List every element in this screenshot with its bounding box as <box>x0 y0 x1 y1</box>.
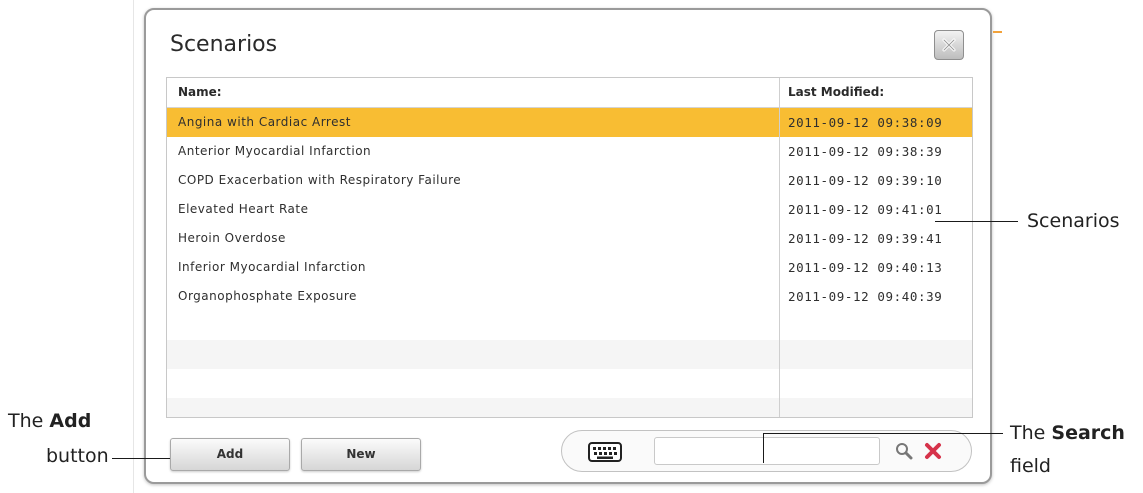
column-header-name[interactable]: Name: <box>178 78 222 107</box>
search-annotation-suffix: field <box>1010 455 1051 477</box>
scenarios-annotation: Scenarios <box>1027 210 1120 232</box>
scenario-modified: 2011-09-12 09:40:39 <box>788 289 943 304</box>
table-row[interactable]: Organophosphate Exposure 2011-09-12 09:4… <box>167 282 972 311</box>
scenario-name: Heroin Overdose <box>178 231 286 245</box>
magnifier-icon[interactable] <box>895 442 913 460</box>
scenario-name: Anterior Myocardial Infarction <box>178 144 372 158</box>
add-annotation: The Add <box>8 410 91 432</box>
table-row[interactable]: Inferior Myocardial Infarction 2011-09-1… <box>167 253 972 282</box>
dialog-title: Scenarios <box>170 32 278 57</box>
search-annotation: The Search <box>1010 422 1125 444</box>
search-input[interactable] <box>654 437 880 465</box>
add-annotation-prefix: The <box>8 410 50 432</box>
empty-row <box>167 398 972 417</box>
add-callout-line <box>112 458 170 459</box>
search-annotation-bold: Search <box>1051 422 1125 444</box>
search-callout-line-vertical <box>763 433 764 463</box>
keyboard-icon[interactable] <box>588 442 622 462</box>
page-divider <box>133 0 134 493</box>
scenario-name: Inferior Myocardial Infarction <box>178 260 367 274</box>
close-button[interactable] <box>934 30 964 60</box>
scenarios-callout-line <box>935 221 1018 222</box>
scenario-modified: 2011-09-12 09:39:41 <box>788 231 943 246</box>
scenarios-table: Name: Last Modified: Angina with Cardiac… <box>166 77 973 418</box>
scenario-modified: 2011-09-12 09:38:39 <box>788 144 943 159</box>
search-callout-line <box>763 433 1003 434</box>
scenario-name: Elevated Heart Rate <box>178 202 309 216</box>
add-annotation-bold: Add <box>49 410 92 432</box>
scenario-modified: 2011-09-12 09:38:09 <box>788 115 943 130</box>
scenario-name: Angina with Cardiac Arrest <box>178 115 351 129</box>
add-button[interactable]: Add <box>170 438 290 471</box>
table-row[interactable]: Angina with Cardiac Arrest 2011-09-12 09… <box>167 108 972 137</box>
search-bar <box>561 430 972 472</box>
column-divider <box>779 78 780 417</box>
add-annotation-suffix: button <box>46 445 109 467</box>
empty-row <box>167 311 972 340</box>
column-header-last-modified[interactable]: Last Modified: <box>788 78 884 107</box>
scenario-modified: 2011-09-12 09:41:01 <box>788 202 943 217</box>
red-x-icon[interactable] <box>924 442 942 460</box>
close-x-icon <box>942 38 956 52</box>
table-header: Name: Last Modified: <box>167 78 972 108</box>
empty-row <box>167 369 972 398</box>
table-row[interactable]: Elevated Heart Rate 2011-09-12 09:41:01 <box>167 195 972 224</box>
scenario-modified: 2011-09-12 09:40:13 <box>788 260 943 275</box>
table-row[interactable]: Heroin Overdose 2011-09-12 09:39:41 <box>167 224 972 253</box>
scenarios-dialog: Scenarios Name: Last Modified: Angina wi… <box>144 8 992 484</box>
scenario-modified: 2011-09-12 09:39:10 <box>788 173 943 188</box>
scenario-name: COPD Exacerbation with Respiratory Failu… <box>178 173 462 187</box>
orange-accent-mark <box>993 31 1002 33</box>
scenario-name: Organophosphate Exposure <box>178 289 357 303</box>
table-row[interactable]: Anterior Myocardial Infarction 2011-09-1… <box>167 137 972 166</box>
search-annotation-prefix: The <box>1010 422 1052 444</box>
table-row[interactable]: COPD Exacerbation with Respiratory Failu… <box>167 166 972 195</box>
empty-row <box>167 340 972 369</box>
new-button[interactable]: New <box>301 438 421 471</box>
